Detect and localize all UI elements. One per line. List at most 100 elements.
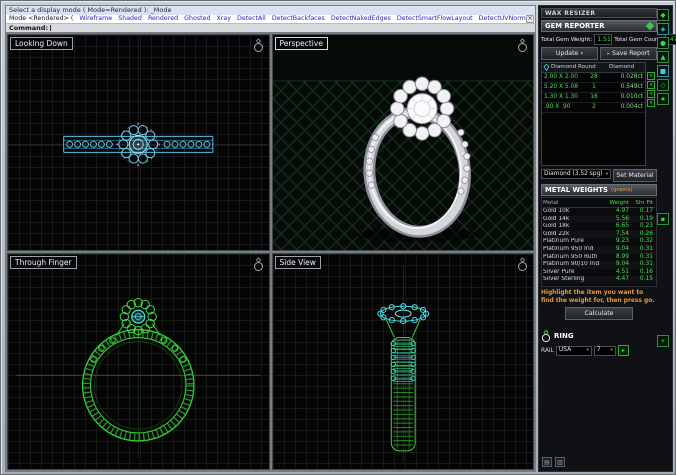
metal-weights-note: Highlight the item you want to find the … [541,289,655,304]
size-standard-select[interactable]: USA ▾ [555,345,592,356]
gem-totals-row: Total Gem Weight: 1.51 Total Gem Count: … [541,34,676,45]
ring-view-icon [518,257,527,271]
tool-sidebar: WAX RESIZER GEM REPORTER Total Gem Weigh… [538,5,676,472]
command-option-ghosted[interactable]: Ghosted [184,15,210,22]
command-prompt-label: Command: [9,24,49,32]
gem-row-delete-button[interactable]: × [647,90,655,98]
sidebar-tool-icon-5[interactable]: ■ [657,65,669,77]
gem-reporter-header[interactable]: GEM REPORTER [541,20,657,32]
chevron-down-icon: ▾ [610,348,613,354]
viewport-perspective[interactable]: Perspective [271,34,534,251]
jewelry-cad-window: Select a display mode ( Mode=Rendered ):… [0,0,676,475]
gem-icon [645,21,655,31]
sidebar-tool-icon-6[interactable]: ◇ [657,79,669,91]
command-option-wireframe[interactable]: Wireframe [79,15,112,22]
update-button[interactable]: Update ▾ [541,47,598,60]
sidebar-tool-icon-2[interactable]: ◈ [657,23,669,35]
viewport-through-finger[interactable]: Through Finger [7,253,270,470]
sidebar-tool-icon-8[interactable]: ▪ [657,213,669,225]
material-select[interactable]: Diamond (3.52 spg) ▾ [541,169,611,179]
gem-row-buttons: × × × × [647,62,655,166]
gem-reporter-title: GEM REPORTER [545,21,605,30]
rail-label: RAIL [541,347,554,354]
gem-shape-column-header: Diamond Round [542,63,609,72]
viewport-label-looking-down[interactable]: Looking Down [10,37,73,50]
gem-table-row[interactable]: 1.30 X 1.30 16 0.010ct [542,93,645,103]
gem-table-header: Diamond Round Diamond [542,63,645,73]
sidebar-tool-icon-7[interactable]: ★ [657,93,669,105]
total-gem-count-label: Total Gem Count: [614,36,663,43]
metal-row[interactable]: Silver Sterling 4.47 0.15 [543,276,655,284]
gem-table: Diamond Round Diamond 2.00 X 2.00 28 0.0… [541,62,646,166]
gem-row-delete-button[interactable]: × [647,99,655,107]
ring-panel-title: RING [554,332,574,341]
ring-size-select[interactable]: 7 ▾ [593,345,616,356]
sidebar-tool-icon-9[interactable]: + [657,335,669,347]
metal-weights-header[interactable]: METAL WEIGHTS (grams) [541,184,657,196]
bottom-tool-icon-1[interactable]: ▤ [542,457,552,467]
command-prompt[interactable]: Command: [6,23,535,32]
command-option-detectnakededges[interactable]: DetectNakedEdges [331,15,391,22]
ring-icon [541,330,551,343]
set-material-button[interactable]: Set Material [613,169,657,182]
command-history-text: Select a display mode ( Mode=Rendered ):… [9,6,172,14]
looking-down-wireframe [8,35,269,250]
metal-weights-table: Metal Weight Shr Fit Gold 10k 4.97 0.17 Go… [541,197,657,287]
gem-table-empty-area [542,113,645,165]
wax-resizer-header[interactable]: WAX RESIZER [541,8,657,18]
calculate-button[interactable]: Calculate [565,307,633,321]
metal-row[interactable]: Platinum 950 Ruth 8.99 0.31 [543,254,655,262]
gem-row-delete-button[interactable]: × [647,72,655,80]
viewport-side-view[interactable]: Side View [271,253,534,470]
through-finger-wireframe [15,267,261,459]
chevron-down-icon: ▾ [586,348,589,354]
ring-go-button[interactable]: ▸ [617,345,629,357]
sidebar-tool-icon-1[interactable]: ◆ [657,9,669,21]
command-option-xray[interactable]: Xray [216,15,231,22]
bottom-tool-icon-2[interactable]: ▥ [555,457,565,467]
diamond-icon [543,64,550,71]
wax-resizer-title: WAX RESIZER [545,10,596,17]
sidebar-bottom-icons: ▤ ▥ [542,457,565,467]
gem-table-row[interactable]: .90 X .90 2 0.004ct [542,103,645,113]
command-options-line: Mode <Rendered> ( Wireframe Shaded Rende… [6,15,535,23]
metal-row[interactable]: Silver Pure 4.51 0.16 [543,269,655,277]
command-option-detectbackfaces[interactable]: DetectBackfaces [272,15,325,22]
sidebar-tool-icon-3[interactable]: ● [657,37,669,49]
sidebar-tool-icon-4[interactable]: ▲ [657,51,669,63]
command-history: Select a display mode ( Mode=Rendered ):… [6,6,535,15]
command-option-rendered[interactable]: Rendered [148,15,178,22]
metal-row[interactable]: Gold 18k 6.65 0.23 [543,223,655,231]
command-option-detectsmartflow[interactable]: DetectSmartFlowLayout [397,15,473,22]
gem-table-row[interactable]: 5.20 X 5.08 1 0.549ct [542,83,645,93]
gem-material-column-header: Diamond [609,64,635,70]
viewport-looking-down[interactable]: Looking Down [7,34,270,251]
viewport-label-through-finger[interactable]: Through Finger [10,256,77,269]
metal-row[interactable]: Gold 10k 4.97 0.17 [543,208,655,216]
command-option-detectall[interactable]: DetectAll [237,15,266,22]
total-gem-weight-label: Total Gem Weight: [541,36,593,43]
save-report-button[interactable]: ▸ Save Report [600,47,657,60]
command-area: Select a display mode ( Mode=Rendered ):… [5,5,536,32]
metal-table-header: Metal Weight Shr Fit [543,200,655,208]
sidebar-icon-strip: ◆ ◈ ● ▲ ■ ◇ ★ ▪ + [657,9,670,347]
metal-row[interactable]: Platinum 950 Irid 9.04 0.31 [543,245,655,254]
metal-row[interactable]: Platinum 90/10 Irid 9.04 0.31 [543,261,655,269]
total-gem-weight-value: 1.51 [594,34,613,45]
close-icon[interactable]: × [526,15,534,23]
metal-row[interactable]: Gold 22k 7.54 0.26 [543,230,655,239]
viewport-label-perspective[interactable]: Perspective [274,37,328,50]
metal-row[interactable]: Gold 14k 5.56 0.19 [543,215,655,224]
gem-row-delete-button[interactable]: × [647,81,655,89]
side-view-wireframe [376,265,429,461]
gem-table-row[interactable]: 2.00 X 2.00 28 0.028ct [542,73,645,83]
command-option-shaded[interactable]: Shaded [118,15,142,22]
ring-view-icon [253,257,263,271]
metal-row[interactable]: Platinum Pure 9.23 0.32 [543,238,655,246]
ring-view-icon [518,38,527,52]
metal-weights-title: METAL WEIGHTS [545,185,608,194]
perspective-render [272,76,533,250]
viewport-grid: Looking Down Perspective Through Finger … [5,32,536,472]
viewport-label-side-view[interactable]: Side View [274,256,321,269]
chevron-down-icon: ▾ [605,171,608,177]
